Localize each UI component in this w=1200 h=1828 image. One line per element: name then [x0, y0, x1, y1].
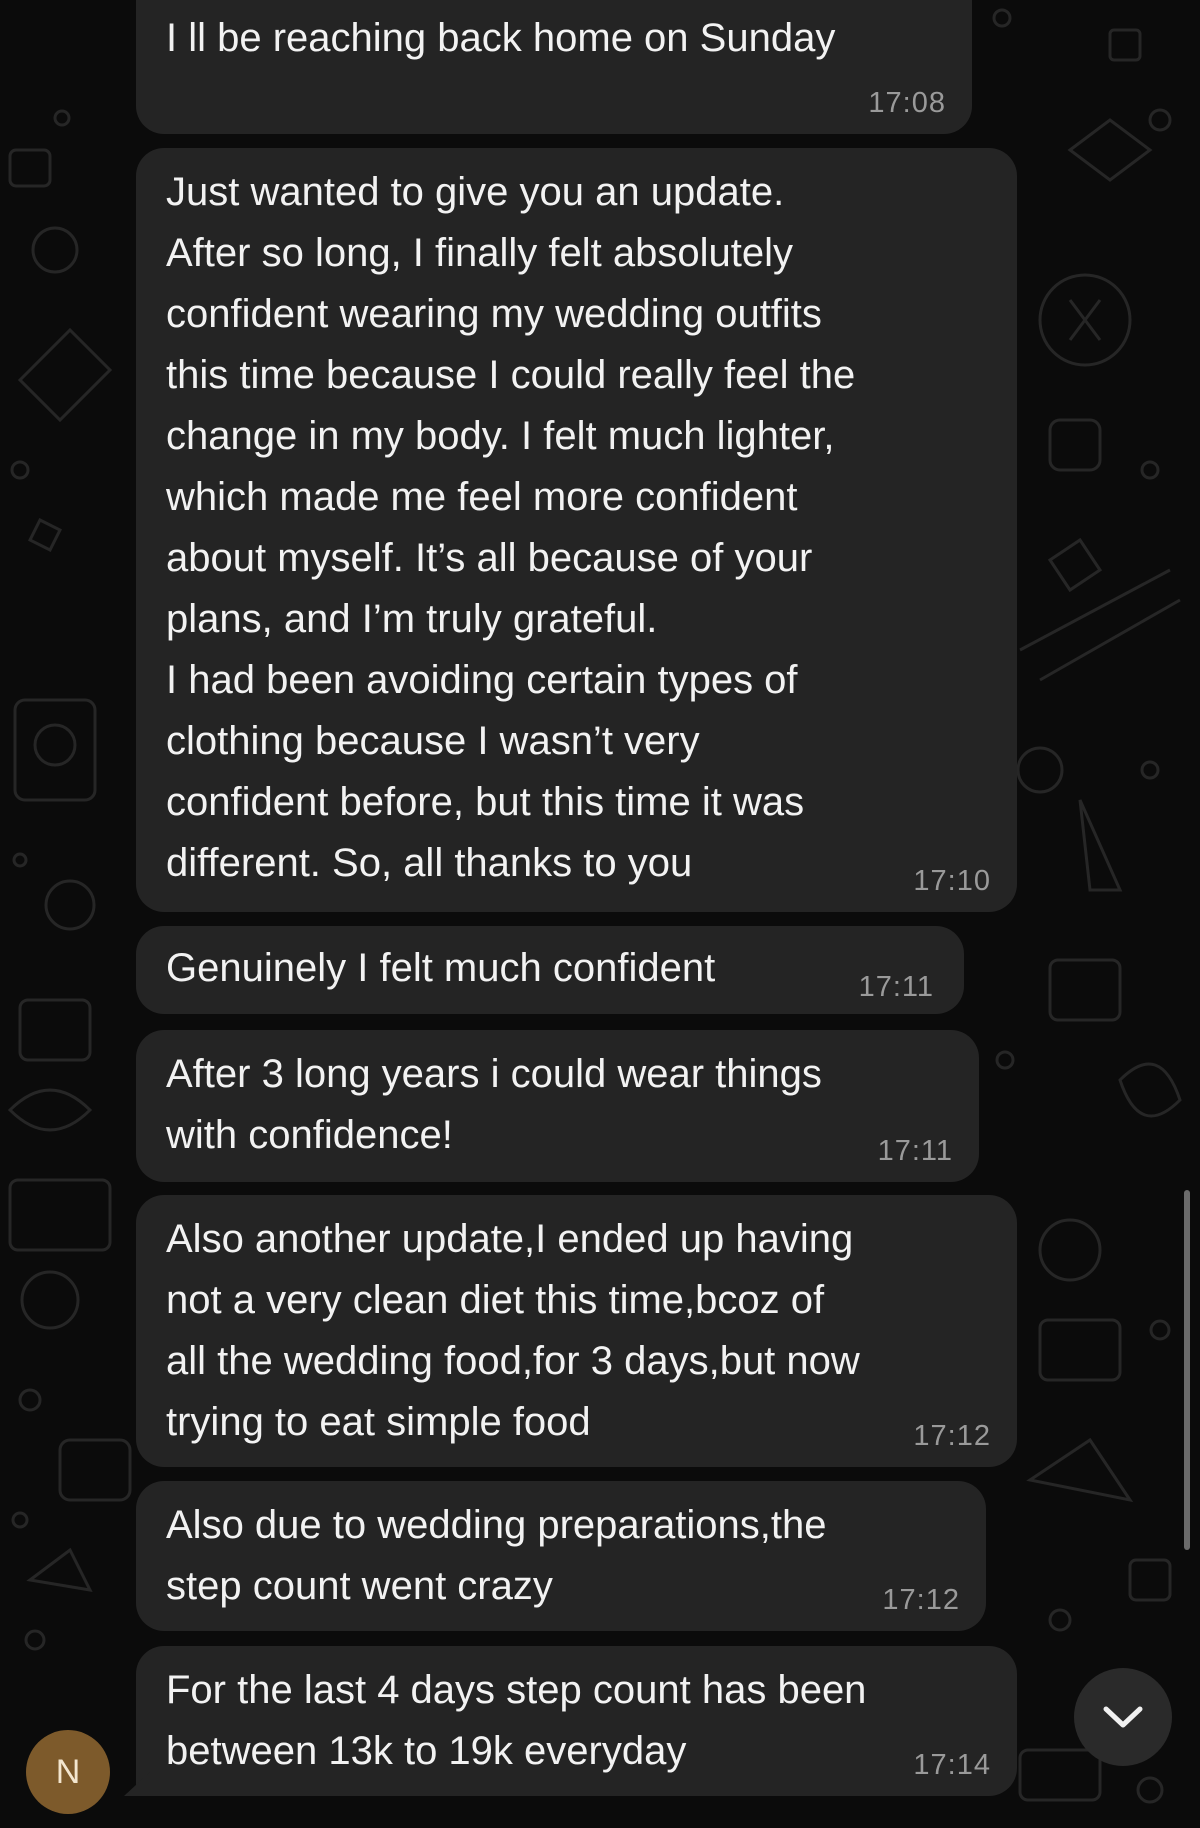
message-text: Also another update,I ended up having no…	[166, 1217, 860, 1444]
message-time: 17:10	[913, 865, 991, 897]
message-time: 17:11	[877, 1135, 953, 1167]
scroll-down-button[interactable]	[1074, 1668, 1172, 1766]
message-text: I ll be reaching back home on Sunday	[166, 16, 836, 60]
message-time: 17:11	[858, 971, 934, 1003]
message-bubble[interactable]: Just wanted to give you an update. After…	[136, 148, 1017, 912]
message-time: 17:12	[913, 1420, 991, 1452]
message-time: 17:14	[913, 1749, 991, 1781]
avatar-initial: N	[55, 1752, 81, 1791]
message-text: Also due to wedding preparations,the ste…	[166, 1503, 827, 1608]
message-text: Just wanted to give you an update. After…	[166, 170, 856, 885]
scrollbar[interactable]	[1184, 1190, 1190, 1550]
message-text: For the last 4 days step count has been …	[166, 1668, 867, 1773]
message-bubble[interactable]: Also due to wedding preparations,the ste…	[136, 1481, 986, 1631]
message-time: 17:12	[882, 1584, 960, 1616]
message-bubble[interactable]: For the last 4 days step count has been …	[136, 1646, 1017, 1796]
message-bubble[interactable]: Also another update,I ended up having no…	[136, 1195, 1017, 1467]
chevron-down-icon	[1103, 1706, 1143, 1728]
message-text: Genuinely I felt much confident	[166, 946, 716, 990]
message-bubble[interactable]: I ll be reaching back home on Sunday 17:…	[136, 0, 972, 134]
contact-avatar[interactable]: N	[26, 1730, 110, 1814]
message-text: After 3 long years i could wear things w…	[166, 1052, 822, 1157]
message-bubble[interactable]: Genuinely I felt much confident 17:11	[136, 926, 964, 1014]
message-time: 17:08	[868, 87, 946, 119]
message-bubble[interactable]: After 3 long years i could wear things w…	[136, 1030, 979, 1182]
